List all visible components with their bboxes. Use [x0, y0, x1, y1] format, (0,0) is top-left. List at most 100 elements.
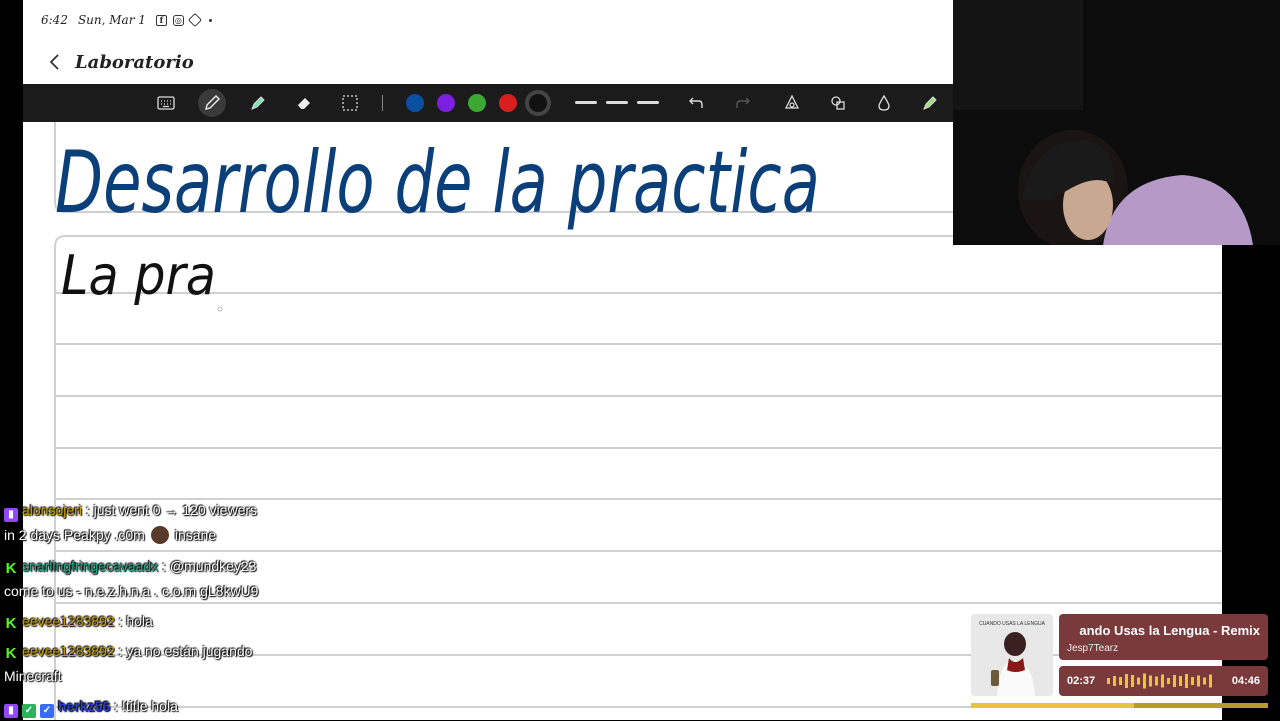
total-time: 04:46	[1231, 675, 1260, 687]
visualizer-bar	[1191, 677, 1194, 685]
note-title: Laboratorio	[75, 51, 194, 73]
now-playing-info: ando Usas la Lengua - Remix Jesp7Tearz	[1059, 614, 1268, 660]
visualizer-bar	[1185, 674, 1188, 688]
status-time: 6:42	[41, 13, 68, 27]
chevron-left-icon	[49, 54, 59, 70]
webcam-person	[953, 0, 1280, 245]
handwritten-heading: Desarrollo de la practica	[55, 133, 820, 233]
undo-button[interactable]	[682, 89, 710, 117]
visualizer-bar	[1197, 675, 1200, 687]
emote-icon	[150, 526, 169, 544]
visualizer-bar	[1203, 677, 1206, 685]
visualizer-bar	[1125, 674, 1128, 688]
keyboard-button[interactable]	[152, 89, 180, 117]
chat-text: insane	[174, 527, 217, 543]
shape-pen-tool[interactable]	[778, 89, 806, 117]
chat-text: come to us - n.e.z.h.n.a . c.o.m gL8kwU9	[4, 583, 259, 599]
audio-visualizer	[1107, 673, 1212, 689]
visualizer-bar	[1107, 678, 1110, 684]
chat-message-cont: come to us - n.e.z.h.n.a . c.o.m gL8kwU9	[4, 581, 524, 606]
pen-toolbar	[23, 84, 953, 122]
status-bar: 6:42 Sun, Mar 1 f ◎	[23, 0, 953, 40]
visualizer-bar	[1155, 676, 1158, 686]
visualizer-bar	[1209, 674, 1212, 688]
eraser-tool[interactable]	[290, 89, 318, 117]
now-playing-widget: CUANDO USAS LA LENGUA ando Usas la Lengu…	[971, 614, 1268, 709]
chat-message-cont: Minecraft	[4, 666, 524, 691]
song-artist: Jesp7Tearz	[1067, 643, 1119, 654]
album-text: CUANDO USAS LA LENGUA	[979, 621, 1046, 627]
chat-message-cont: in 2 days Peakpy .c0m insane	[4, 525, 524, 550]
ink-icon	[878, 94, 890, 111]
color-purple[interactable]	[437, 94, 455, 112]
chat-username: snarlingfringecavaadx	[22, 558, 159, 574]
color-blue[interactable]	[406, 94, 424, 112]
pen-tool[interactable]	[198, 89, 226, 117]
shape-pen-icon	[784, 94, 800, 109]
color-green[interactable]	[468, 94, 486, 112]
app-notification-icon	[187, 12, 202, 28]
visualizer-bar	[1173, 675, 1176, 687]
undo-icon	[689, 97, 703, 108]
album-art: CUANDO USAS LA LENGUA	[971, 614, 1053, 696]
eraser-icon	[298, 98, 310, 109]
shapes-tool[interactable]	[824, 89, 852, 117]
visualizer-bar	[1167, 678, 1170, 684]
visualizer-bar	[1161, 674, 1164, 688]
kick-badge-icon: K	[5, 645, 17, 662]
twitch-badge-icon: ▮	[4, 508, 18, 522]
current-time: 02:37	[1067, 675, 1096, 687]
highlighter-icon	[251, 96, 265, 110]
chat-text: : !title hola	[114, 698, 178, 714]
chat-message: Keevee1283892 : ya no están jugando	[4, 641, 524, 666]
stroke-thick[interactable]	[637, 101, 659, 104]
kick-badge-icon: K	[5, 560, 17, 577]
visualizer-bar	[1179, 676, 1182, 686]
more-notifications-dot	[208, 18, 212, 22]
color-red[interactable]	[499, 94, 517, 112]
keyboard-icon	[157, 96, 175, 110]
highlighter-tool[interactable]	[244, 89, 272, 117]
chat-message: ▮ alonsojeri : just went 0 → 120 viewers	[4, 500, 524, 525]
chat-username: eevee1283892	[22, 643, 115, 659]
instagram-icon: ◎	[172, 14, 184, 26]
song-progress-bar	[971, 703, 1268, 708]
handwritten-line-1: La pra	[61, 244, 216, 307]
color-black[interactable]	[529, 94, 547, 112]
song-progress-fill	[971, 703, 1135, 708]
title-bar: Laboratorio	[23, 40, 953, 84]
chat-overlay: ▮ alonsojeri : just went 0 → 120 viewers …	[4, 500, 524, 721]
lasso-select-icon	[342, 95, 358, 111]
chat-text: : hola	[118, 613, 153, 629]
stroke-medium[interactable]	[606, 101, 628, 104]
back-button[interactable]	[43, 51, 65, 73]
verified-badge-icon: ✓	[40, 704, 54, 718]
chat-text: : @mundkey23	[162, 558, 257, 574]
status-date: Sun, Mar 1	[77, 13, 146, 27]
lasso-select-tool[interactable]	[336, 89, 364, 117]
stroke-thin[interactable]	[575, 101, 597, 104]
visualizer-bar	[1131, 675, 1134, 687]
chat-username: alonsojeri	[22, 502, 82, 518]
checkmark-badge-icon: ✓	[22, 704, 36, 718]
redo-icon	[736, 97, 750, 108]
ruler-pen-icon	[923, 96, 937, 110]
chat-text: in 2 days Peakpy .c0m	[4, 527, 145, 543]
shapes-icon	[831, 96, 845, 110]
chat-message: Ksnarlingfringecavaadx : @mundkey23	[4, 556, 524, 581]
chat-text: : just went 0 → 120 viewers	[85, 502, 258, 518]
chat-username: eevee1283892	[22, 613, 115, 629]
song-title: ando Usas la Lengua - Remix	[1079, 623, 1260, 638]
facebook-icon: f	[155, 14, 167, 26]
toolbar-divider	[382, 95, 383, 111]
ink-tool[interactable]	[870, 89, 898, 117]
visualizer-bar	[1137, 677, 1140, 685]
visualizer-bar	[1119, 677, 1122, 685]
visualizer-bar	[1149, 675, 1152, 687]
redo-button[interactable]	[729, 89, 757, 117]
chat-username: herkz56	[58, 698, 111, 714]
ruler-pen-tool[interactable]	[916, 89, 944, 117]
now-playing-timeline: 02:37 04:46	[1059, 666, 1268, 696]
chat-text: Minecraft	[4, 668, 62, 684]
kick-badge-icon: K	[5, 615, 17, 632]
